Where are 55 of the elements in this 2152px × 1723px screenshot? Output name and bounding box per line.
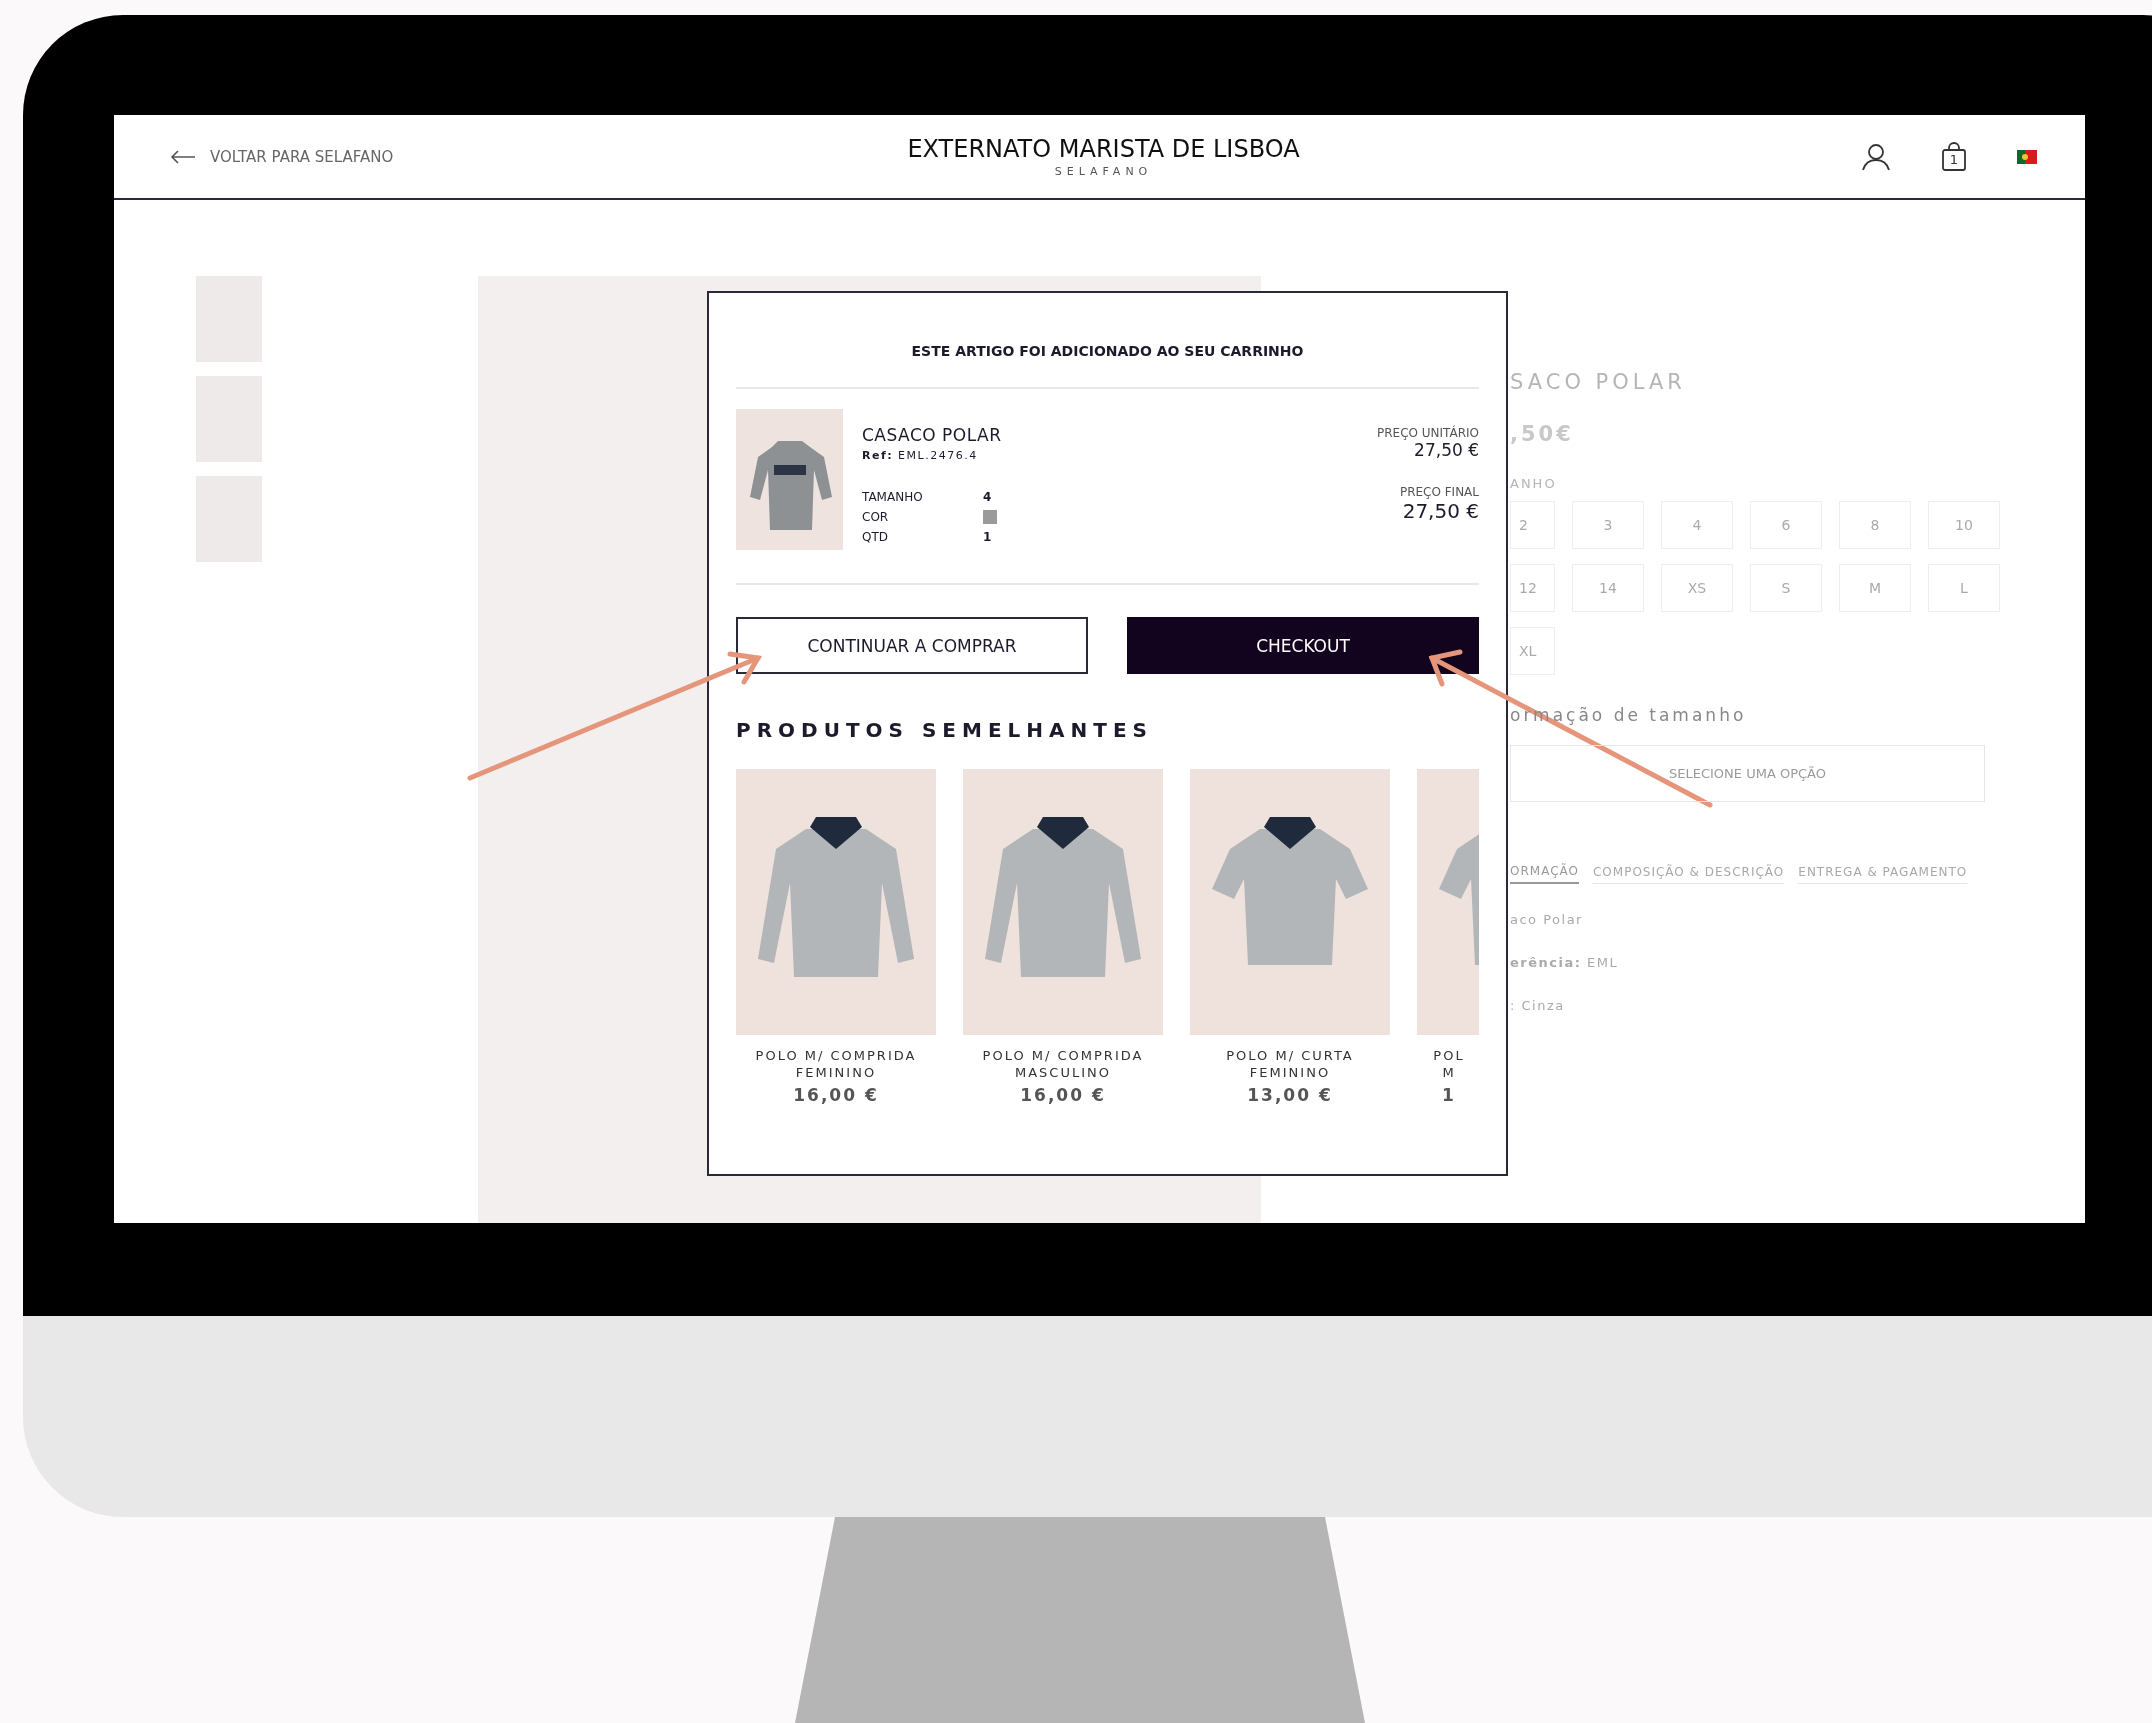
product-photo[interactable] [963, 769, 1163, 1035]
product-price: 1 [1441, 1085, 1457, 1105]
store-title: EXTERNATO MARISTA DE LISBOA [907, 135, 1300, 163]
item-name: CASACO POLAR [862, 425, 1003, 445]
portugal-flag-icon[interactable] [2017, 149, 2037, 164]
size-option[interactable]: 14 [1572, 564, 1644, 612]
attribute-label: QTD [862, 530, 888, 544]
modal-title: ESTE ARTIGO FOI ADICIONADO AO SEU CARRINHO [736, 293, 1479, 389]
size-option[interactable]: XL [1510, 627, 1555, 675]
size-option[interactable]: 8 [1839, 501, 1911, 549]
size-option[interactable]: XS [1661, 564, 1733, 612]
product-photo[interactable] [1190, 769, 1390, 1035]
user-icon[interactable] [1861, 142, 1891, 171]
product-name[interactable]: POLO M/ CURTA FEMININO [1190, 1047, 1390, 1081]
size-option[interactable]: 4 [1661, 501, 1733, 549]
product-photo[interactable] [736, 769, 936, 1035]
size-option[interactable]: L [1928, 564, 2000, 612]
info-tab[interactable]: COMPOSIÇÃO & DESCRIÇÃO [1592, 864, 1785, 884]
product-name[interactable]: POLO M/ COMPRIDA FEMININO [736, 1047, 936, 1081]
product-price: 16,00 € [1019, 1085, 1107, 1105]
back-arrow-icon [170, 148, 196, 165]
size-option[interactable]: M [1839, 564, 1911, 612]
store-subtitle: SELAFANO [1053, 165, 1154, 178]
unit-price: 27,50 € [1413, 440, 1479, 460]
product-name[interactable]: POLO M/ COMPRIDA MASCULINO [963, 1047, 1163, 1081]
size-option[interactable]: 3 [1572, 501, 1644, 549]
product-detail: aco Polar [1510, 912, 1584, 927]
size-option[interactable]: 12 [1510, 564, 1555, 612]
product-detail: : Cinza [1510, 998, 1566, 1013]
final-price: 27,50 € [1401, 499, 1479, 523]
attribute-label: COR [862, 510, 889, 524]
size-option[interactable]: S [1750, 564, 1822, 612]
size-option[interactable]: 6 [1750, 501, 1822, 549]
product-photo[interactable] [1417, 769, 1479, 1035]
attribute-value: 4 [983, 490, 992, 504]
info-tab[interactable]: ENTREGA & PAGAMENTO [1798, 864, 1968, 884]
item-reference: Ref: EML.2476.4 [862, 449, 979, 462]
attribute-label: TAMANHO [862, 490, 923, 504]
size-option[interactable]: 2 [1510, 501, 1555, 549]
final-price-label: PREÇO FINAL [1398, 485, 1479, 499]
info-tab[interactable]: ORMAÇÃO [1510, 864, 1579, 884]
size-option[interactable]: 10 [1928, 501, 2000, 549]
unit-price-label: PREÇO UNITÁRIO [1376, 426, 1479, 440]
product-title: SACO POLAR [1510, 370, 1687, 396]
continue-shopping-button[interactable]: CONTINUAR A COMPRAR [736, 617, 1088, 674]
attribute-value: 1 [983, 530, 992, 544]
product-detail: erência: EML [1510, 955, 1620, 970]
size-select[interactable]: SELECIONE UMA OPÇÃO [1510, 745, 1985, 802]
product-name[interactable]: POL M [1417, 1047, 1479, 1081]
product-price: 13,00 € [1246, 1085, 1334, 1105]
section-heading: PRODUTOS SEMELHANTES [736, 718, 1154, 742]
product-price: 16,00 € [792, 1085, 880, 1105]
size-label: ANHO [1510, 476, 1558, 491]
checkout-button[interactable]: CHECKOUT [1127, 617, 1479, 674]
back-link[interactable]: VOLTAR PARA SELAFANO [170, 147, 570, 166]
